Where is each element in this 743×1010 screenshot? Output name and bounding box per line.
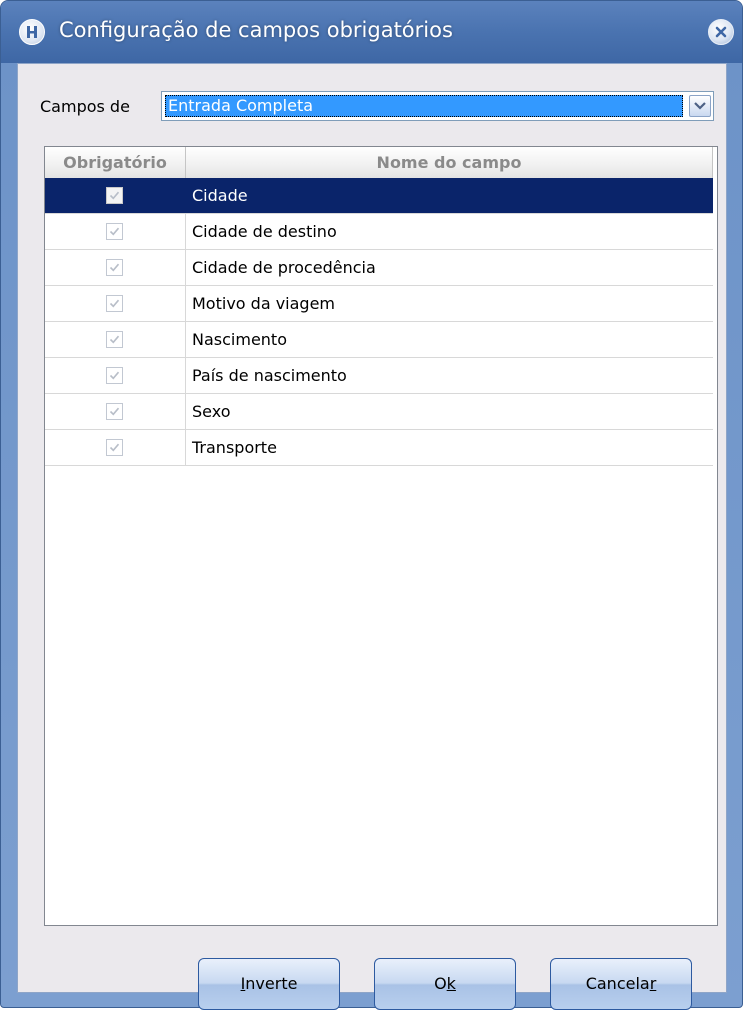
table-row[interactable]: Nascimento	[45, 322, 713, 358]
nome-do-campo-cell: País de nascimento	[192, 366, 347, 385]
nome-do-campo-cell: Motivo da viagem	[192, 294, 336, 313]
obrigatorio-cell	[45, 214, 186, 249]
obrigatorio-cell	[45, 322, 186, 357]
nome-do-campo-cell: Cidade de destino	[192, 222, 337, 241]
checkmark-icon	[109, 371, 120, 380]
table-row[interactable]: Motivo da viagem	[45, 286, 713, 322]
obrigatorio-checkbox[interactable]	[106, 295, 123, 312]
cancelar-button[interactable]: Cancelar	[550, 958, 692, 1010]
obrigatorio-cell	[45, 178, 186, 213]
ok-button[interactable]: Ok	[374, 958, 516, 1010]
nome-do-campo-cell: Sexo	[192, 402, 231, 421]
header-obrigatorio[interactable]: Obrigatório	[45, 147, 186, 178]
inverte-label-rest: nverte	[245, 974, 298, 993]
checkmark-icon	[109, 227, 120, 236]
nome-do-campo-cell: Cidade de procedência	[192, 258, 376, 277]
inverte-button[interactable]: Inverte	[198, 958, 340, 1010]
checkmark-icon	[109, 443, 120, 452]
campos-de-label: Campos de	[40, 97, 130, 116]
table-header: Obrigatório Nome do campo	[45, 147, 713, 179]
nome-do-campo-cell: Cidade	[186, 178, 713, 213]
obrigatorio-checkbox[interactable]	[106, 403, 123, 420]
campos-de-selected-value: Entrada Completa	[165, 95, 683, 117]
table-row[interactable]: Transporte	[45, 430, 713, 466]
obrigatorio-checkbox[interactable]	[106, 259, 123, 276]
dialog-client-area: Campos de Entrada Completa Obrigatório N…	[17, 63, 727, 1010]
obrigatorio-cell	[45, 358, 186, 393]
obrigatorio-checkbox[interactable]	[106, 367, 123, 384]
dropdown-button[interactable]	[689, 95, 711, 117]
ok-label-part: O	[434, 974, 447, 993]
obrigatorio-cell	[45, 394, 186, 429]
table-row[interactable]: Cidade	[45, 178, 713, 214]
window-title: Configuração de campos obrigatórios	[59, 18, 453, 42]
obrigatorio-cell	[45, 250, 186, 285]
fields-table: Obrigatório Nome do campo Cidade Cidade d…	[44, 146, 718, 926]
obrigatorio-checkbox[interactable]	[106, 331, 123, 348]
chevron-down-icon	[694, 102, 706, 110]
checkmark-icon	[109, 191, 120, 200]
table-row[interactable]: País de nascimento	[45, 358, 713, 394]
close-button[interactable]	[708, 19, 734, 45]
obrigatorio-checkbox[interactable]	[106, 187, 123, 204]
close-icon	[715, 26, 727, 38]
checkmark-icon	[109, 263, 120, 272]
nome-do-campo-cell: Transporte	[192, 438, 277, 457]
obrigatorio-cell	[45, 430, 186, 465]
cancelar-mnemonic: r	[649, 974, 657, 993]
cancelar-label-part: Cancela	[585, 974, 650, 993]
obrigatorio-cell	[45, 286, 186, 321]
nome-do-campo-cell: Nascimento	[192, 330, 287, 349]
dialog-window: Configuração de campos obrigatórios Camp…	[0, 0, 743, 1010]
checkmark-icon	[109, 335, 120, 344]
campos-de-select[interactable]: Entrada Completa	[161, 91, 714, 121]
header-nome-do-campo[interactable]: Nome do campo	[186, 147, 713, 178]
table-row[interactable]: Sexo	[45, 394, 713, 430]
checkmark-icon	[109, 299, 120, 308]
title-bar[interactable]: Configuração de campos obrigatórios	[1, 1, 742, 63]
table-row[interactable]: Cidade de destino	[45, 214, 713, 250]
table-row[interactable]: Cidade de procedência	[45, 250, 713, 286]
obrigatorio-checkbox[interactable]	[106, 223, 123, 240]
checkmark-icon	[109, 407, 120, 416]
app-h-icon	[19, 19, 45, 45]
ok-mnemonic: k	[446, 974, 456, 993]
obrigatorio-checkbox[interactable]	[106, 439, 123, 456]
